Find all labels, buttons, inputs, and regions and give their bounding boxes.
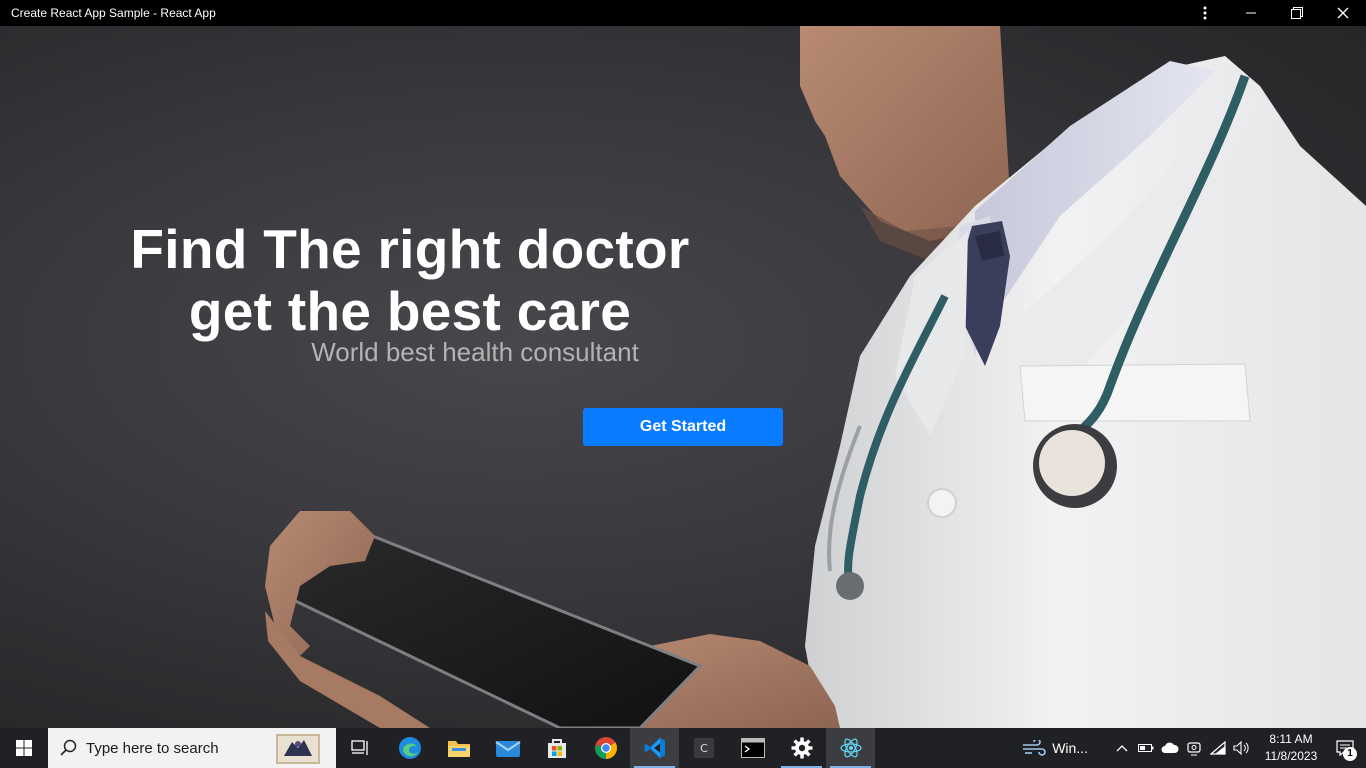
chrome-taskbar-button[interactable] bbox=[581, 728, 630, 768]
terminal-icon bbox=[740, 738, 765, 758]
meet-now-tray-button[interactable] bbox=[1182, 740, 1206, 756]
cloud-icon bbox=[1161, 742, 1179, 753]
wifi-icon bbox=[1210, 741, 1226, 755]
weather-widget[interactable]: Win... bbox=[1022, 740, 1088, 756]
task-view-button[interactable] bbox=[336, 728, 385, 768]
show-hidden-icons-button[interactable] bbox=[1110, 744, 1134, 752]
hero-section: Find The right doctor get the best care … bbox=[0, 26, 1366, 728]
c-app-icon: C bbox=[693, 738, 714, 758]
settings-taskbar-button[interactable] bbox=[777, 728, 826, 768]
chevron-up-icon bbox=[1116, 745, 1128, 752]
search-icon bbox=[60, 739, 77, 756]
get-started-button[interactable]: Get Started bbox=[583, 408, 783, 446]
search-placeholder: Type here to search bbox=[86, 739, 219, 757]
close-button[interactable] bbox=[1320, 0, 1366, 26]
notification-center-button[interactable]: 1 bbox=[1324, 728, 1366, 768]
window-title: Create React App Sample - React App bbox=[11, 6, 216, 20]
restore-icon bbox=[1291, 7, 1303, 19]
settings-icon bbox=[791, 737, 812, 759]
hero-subheadline: World best health consultant bbox=[311, 337, 639, 367]
minimize-icon bbox=[1246, 12, 1256, 14]
window-title-bar: Create React App Sample - React App bbox=[0, 0, 1366, 26]
task-view-icon bbox=[350, 740, 368, 755]
minimize-button[interactable] bbox=[1228, 0, 1274, 26]
battery-tray-button[interactable] bbox=[1134, 743, 1158, 753]
close-icon bbox=[1337, 7, 1349, 19]
file-explorer-taskbar-button[interactable] bbox=[434, 728, 483, 768]
microsoft-store-icon bbox=[547, 739, 566, 758]
chrome-icon bbox=[594, 737, 617, 759]
taskbar-search-box[interactable]: Type here to search bbox=[48, 728, 336, 768]
react-app-icon bbox=[839, 738, 862, 758]
terminal-taskbar-button[interactable] bbox=[728, 728, 777, 768]
weather-label: Win... bbox=[1052, 740, 1088, 756]
clock-time: 8:11 AM bbox=[1269, 732, 1313, 746]
webcam-icon bbox=[1187, 742, 1201, 756]
store-taskbar-button[interactable] bbox=[532, 728, 581, 768]
svg-text:C: C bbox=[700, 742, 708, 755]
network-tray-button[interactable] bbox=[1206, 741, 1230, 755]
edge-taskbar-button[interactable] bbox=[385, 728, 434, 768]
headline-line-1: Find The right doctor bbox=[130, 218, 690, 280]
onedrive-tray-button[interactable] bbox=[1158, 742, 1182, 754]
wind-icon bbox=[1023, 740, 1046, 756]
notification-count-badge: 1 bbox=[1343, 747, 1357, 761]
battery-icon bbox=[1138, 744, 1154, 752]
doctor-hero-image bbox=[265, 26, 1366, 728]
vscode-icon bbox=[644, 738, 665, 758]
vscode-taskbar-button[interactable] bbox=[630, 728, 679, 768]
mail-taskbar-button[interactable] bbox=[483, 728, 532, 768]
system-tray: Win... 8:11 AM 11/8/2023 1 bbox=[1022, 728, 1366, 768]
volume-tray-button[interactable] bbox=[1230, 741, 1254, 755]
edge-icon bbox=[398, 737, 421, 759]
windows-logo-icon bbox=[16, 740, 32, 756]
restore-button[interactable] bbox=[1274, 0, 1320, 26]
headline-line-2: get the best care bbox=[188, 280, 632, 342]
mail-icon bbox=[494, 741, 521, 757]
c-app-taskbar-button[interactable]: C bbox=[679, 728, 728, 768]
search-highlight-image bbox=[276, 734, 320, 764]
clock-date: 11/8/2023 bbox=[1264, 749, 1318, 763]
react-app-taskbar-button[interactable] bbox=[826, 728, 875, 768]
clock[interactable]: 8:11 AM 11/8/2023 bbox=[1258, 731, 1324, 765]
speaker-icon bbox=[1233, 741, 1249, 755]
vertical-ellipsis-icon bbox=[1203, 6, 1207, 20]
windows-taskbar: Type here to search C Win... 8:11 AM 11/… bbox=[0, 728, 1366, 768]
more-options-button[interactable] bbox=[1182, 0, 1228, 26]
start-button[interactable] bbox=[0, 728, 48, 768]
hero-headline: Find The right doctor get the best care bbox=[110, 218, 710, 342]
file-explorer-icon bbox=[447, 741, 470, 757]
